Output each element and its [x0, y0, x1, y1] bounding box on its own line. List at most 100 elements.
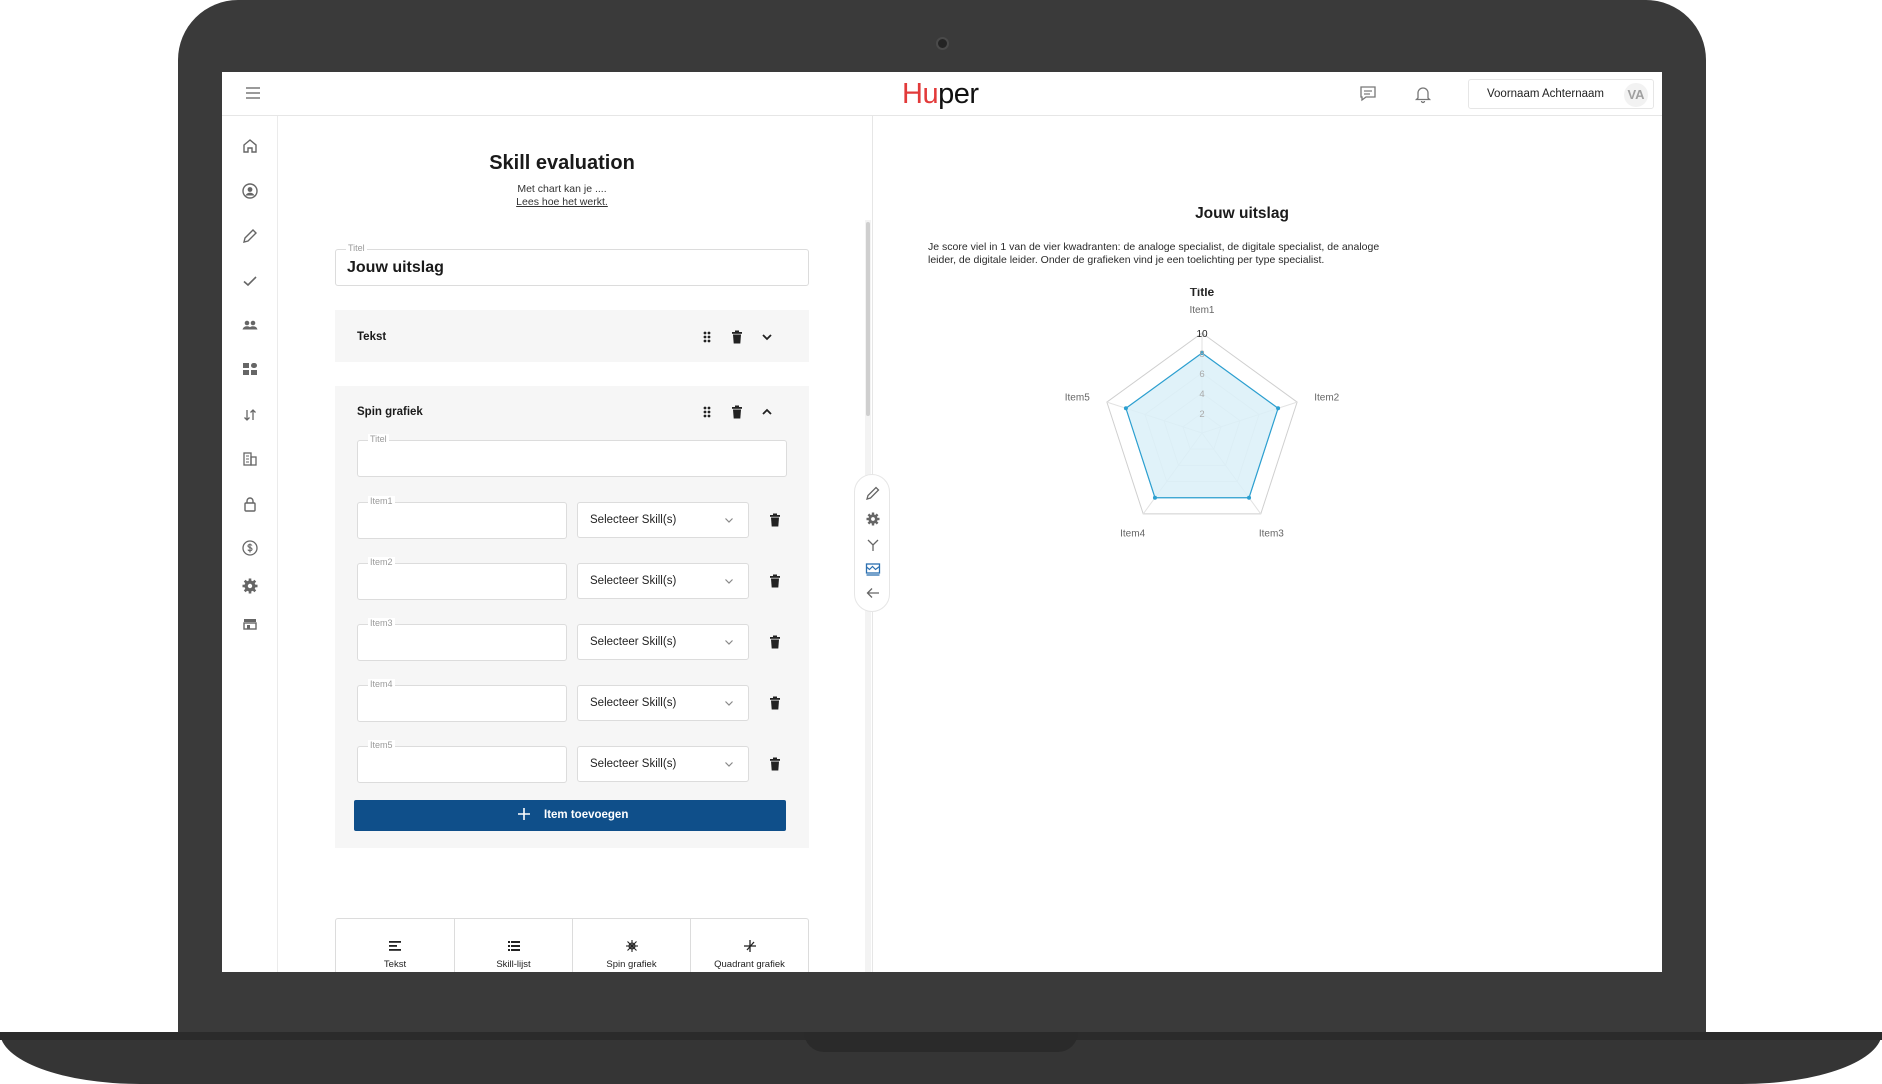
chart-flag-icon[interactable] [865, 561, 881, 577]
list-icon [507, 941, 520, 951]
trash-icon[interactable] [767, 634, 783, 650]
tick-label: 4 [1199, 389, 1204, 400]
dollar-icon[interactable] [241, 539, 259, 557]
category-label: Item3 [1259, 528, 1284, 539]
home-icon[interactable] [241, 137, 259, 155]
text-block-title: Tekst [357, 331, 387, 343]
chevron-down-icon [725, 640, 733, 645]
trash-icon[interactable] [729, 329, 745, 345]
spider-icon [625, 940, 638, 952]
text-align-icon [389, 941, 401, 951]
item5-skill-select[interactable]: Selecteer Skill(s) [577, 746, 749, 782]
spin-title-label: Titel [368, 434, 389, 444]
check-icon[interactable] [241, 272, 259, 290]
palette-text-label: Tekst [383, 959, 407, 970]
trash-icon[interactable] [767, 573, 783, 589]
category-label: Item2 [1314, 393, 1339, 404]
chevron-down-icon [725, 579, 733, 584]
item5-label: Item5 [368, 740, 395, 750]
tick-label: 6 [1199, 369, 1204, 380]
chevron-down-icon [725, 518, 733, 523]
trash-icon[interactable] [767, 512, 783, 528]
item1-select-value: Selecteer Skill(s) [590, 514, 677, 526]
chevron-down-icon [725, 762, 733, 767]
item2-label: Item2 [368, 557, 395, 567]
spin-block-title: Spin grafiek [357, 406, 423, 418]
preview-title: Jouw uitslag [1195, 205, 1289, 222]
drag-handle-icon[interactable] [699, 404, 715, 420]
data-point [1152, 495, 1157, 500]
lock-icon[interactable] [241, 495, 259, 513]
chevron-down-icon [725, 701, 733, 706]
spin-title-field[interactable]: Titel [357, 434, 787, 477]
user-menu[interactable]: Voornaam Achternaam VA [1468, 79, 1654, 109]
data-point [1276, 406, 1281, 411]
title-field[interactable]: Titel Jouw uitslag [335, 243, 809, 286]
building-icon[interactable] [241, 450, 259, 468]
drag-handle-icon[interactable] [699, 329, 715, 345]
webcam [936, 37, 949, 50]
tick-label: 8 [1199, 349, 1204, 360]
team-icon[interactable] [241, 316, 259, 334]
item4-select-value: Selecteer Skill(s) [590, 697, 677, 709]
item3-skill-select[interactable]: Selecteer Skill(s) [577, 624, 749, 660]
add-item-button[interactable]: Item toevoegen [354, 800, 786, 831]
item1-label: Item1 [368, 496, 395, 506]
menu-icon[interactable] [246, 87, 260, 99]
laptop-notch [804, 1032, 1078, 1052]
gear-icon[interactable] [241, 577, 259, 595]
text-block[interactable]: Tekst [335, 310, 809, 362]
palette-quadrant-chart[interactable]: Quadrant grafiek [691, 919, 808, 972]
item3-select-value: Selecteer Skill(s) [590, 636, 677, 648]
quadrant-icon [743, 940, 756, 952]
user-circle-icon[interactable] [241, 182, 259, 200]
item2-select-value: Selecteer Skill(s) [590, 575, 677, 587]
bell-icon[interactable] [1413, 84, 1433, 104]
item4-skill-select[interactable]: Selecteer Skill(s) [577, 685, 749, 721]
chat-icon[interactable] [1358, 84, 1378, 104]
branch-icon[interactable] [865, 537, 881, 553]
item3-field[interactable]: Item3 [357, 618, 567, 661]
palette-text[interactable]: Tekst [336, 919, 455, 972]
preview-description: Je score viel in 1 van de vier kwadrante… [928, 241, 1380, 266]
trash-icon[interactable] [767, 756, 783, 772]
gear-icon[interactable] [865, 511, 881, 527]
dashboard-icon[interactable] [241, 360, 259, 378]
add-item-label: Item toevoegen [544, 809, 629, 821]
logo-part-black: per [938, 78, 979, 110]
tick-label: 10 [1196, 329, 1208, 340]
trash-icon[interactable] [767, 695, 783, 711]
item2-skill-select[interactable]: Selecteer Skill(s) [577, 563, 749, 599]
help-link[interactable]: Lees hoe het werkt. [279, 196, 845, 208]
page-subtitle: Met chart kan je .... [517, 183, 607, 195]
spin-chart-block: Spin grafiek Titel Item1 Selecteer Skill… [335, 386, 809, 848]
avatar: VA [1624, 83, 1648, 107]
store-icon[interactable] [241, 615, 259, 633]
arrow-left-icon[interactable] [865, 585, 881, 601]
category-label: Item5 [1065, 393, 1090, 404]
trash-icon[interactable] [729, 404, 745, 420]
editor-panel: Skill evaluation Met chart kan je .... L… [279, 116, 873, 972]
palette-skill-list[interactable]: Skill-lijst [455, 919, 573, 972]
item1-skill-select[interactable]: Selecteer Skill(s) [577, 502, 749, 538]
item3-label: Item3 [368, 618, 395, 628]
item1-field[interactable]: Item1 [357, 496, 567, 539]
transfer-icon[interactable] [241, 406, 259, 424]
logo-part-red: Hu [902, 78, 939, 110]
chevron-up-icon[interactable] [759, 404, 775, 420]
user-name: Voornaam Achternaam [1487, 88, 1604, 100]
pencil-icon[interactable] [865, 485, 881, 501]
app-logo[interactable]: Huper [902, 78, 979, 111]
item4-label: Item4 [368, 679, 395, 689]
chevron-down-icon[interactable] [759, 329, 775, 345]
item4-field[interactable]: Item4 [357, 679, 567, 722]
tick-label: 2 [1199, 409, 1204, 420]
scrollbar-thumb[interactable] [866, 222, 870, 416]
palette-spin-chart[interactable]: Spin grafiek [573, 919, 691, 972]
sidebar [222, 116, 278, 972]
palette-skill-list-label: Skill-lijst [496, 959, 531, 970]
item2-field[interactable]: Item2 [357, 557, 567, 600]
device-mockup: Huper Voornaam Achternaam VA Skill evalu… [0, 0, 1882, 1084]
item5-field[interactable]: Item5 [357, 740, 567, 783]
pencil-icon[interactable] [241, 227, 259, 245]
